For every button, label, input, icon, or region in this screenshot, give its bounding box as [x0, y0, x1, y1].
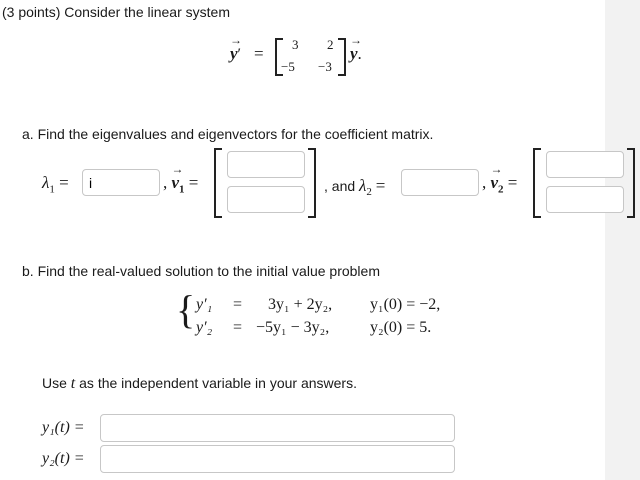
- problem-intro: (3 points) Consider the linear system: [2, 4, 230, 20]
- ode-lhs-2: y′₂: [196, 319, 213, 336]
- v-vector: v: [172, 162, 180, 193]
- y-vector: y: [230, 33, 238, 64]
- y2-answer-input[interactable]: [100, 445, 455, 473]
- subscript: 1: [179, 183, 185, 196]
- equals-sign: =: [507, 173, 518, 192]
- v1-component-2-input[interactable]: [227, 186, 305, 213]
- and-text: , and: [324, 178, 356, 194]
- subscript: 2: [498, 183, 504, 196]
- matrix-cell-21: −5: [281, 59, 295, 74]
- part-b-instruction: b. Find the real-valued solution to the …: [22, 263, 380, 279]
- v2-left-bracket: [533, 148, 541, 218]
- lambda2-label: , and λ2 =: [324, 176, 385, 198]
- y2-label: y₂(t) =: [42, 450, 85, 467]
- system-brace: {: [176, 287, 196, 332]
- matrix-right-bracket: [338, 38, 346, 76]
- ode-rhs-2: −5y₁ − 3y₂,: [256, 319, 330, 336]
- v-vector: v: [491, 162, 499, 193]
- comma: ,: [163, 173, 168, 192]
- v1-component-1-input[interactable]: [227, 151, 305, 178]
- v2-right-bracket: [627, 148, 635, 218]
- initial-condition-1: y₁(0) = −2,: [370, 296, 441, 313]
- v2-component-2-input[interactable]: [546, 186, 624, 213]
- system-equals: =: [254, 44, 264, 63]
- ode-lhs-1: y′₁: [196, 296, 213, 313]
- comma: ,: [482, 173, 487, 192]
- matrix-cell-12: 2: [327, 37, 334, 52]
- initial-condition-2: y₂(0) = 5.: [370, 319, 432, 336]
- v1-left-bracket: [214, 148, 222, 218]
- v2-label: , v2 =: [482, 162, 518, 196]
- variable-note: Use t as the independent variable in you…: [42, 375, 357, 393]
- v1-label: , v1 =: [163, 162, 199, 196]
- equals-sign: =: [59, 173, 69, 192]
- ode-rhs-1: 3y₁ + 2y₂,: [268, 296, 333, 313]
- part-a-instruction: a. Find the eigenvalues and eigenvectors…: [22, 126, 434, 142]
- equals-sign: =: [375, 176, 386, 195]
- v1-right-bracket: [308, 148, 316, 218]
- y-vector: y: [350, 33, 358, 64]
- note-text: Use: [42, 375, 71, 391]
- lambda1-label: λ1 =: [42, 173, 69, 195]
- matrix-cell-22: −3: [318, 59, 332, 74]
- prime-mark: ′: [237, 46, 242, 63]
- y1-answer-input[interactable]: [100, 414, 455, 442]
- lambda1-input[interactable]: [82, 169, 160, 196]
- ode-eq-2: =: [233, 319, 243, 336]
- y1-label: y₁(t) =: [42, 419, 85, 436]
- note-text: as the independent variable in your answ…: [75, 375, 357, 391]
- system-rhs: y.: [350, 33, 362, 64]
- right-margin-panel: [605, 0, 640, 480]
- matrix-cell-11: 3: [292, 37, 299, 52]
- v2-component-1-input[interactable]: [546, 151, 624, 178]
- subscript: 2: [366, 185, 372, 198]
- lambda2-input[interactable]: [401, 169, 479, 196]
- subscript: 1: [49, 183, 55, 196]
- equals-sign: =: [188, 173, 199, 192]
- ode-eq-1: =: [233, 296, 243, 313]
- system-lhs: y′: [230, 33, 242, 64]
